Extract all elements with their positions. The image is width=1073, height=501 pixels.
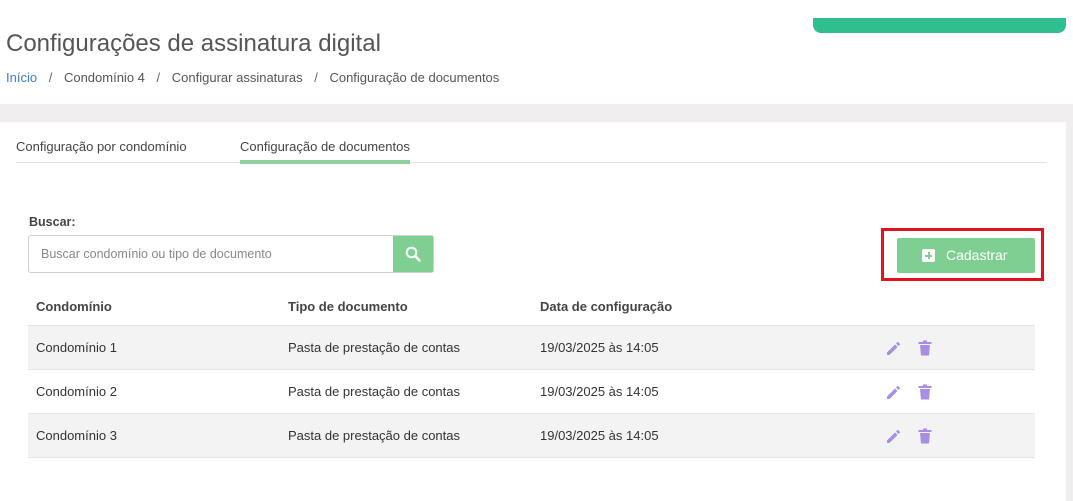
- tab-bar: Configuração por condomínio Configuração…: [16, 134, 1047, 164]
- cell-data-configuracao: 19/03/2025 às 14:05: [540, 384, 659, 399]
- column-header-tipo-documento: Tipo de documento: [288, 299, 408, 314]
- pencil-icon[interactable]: [883, 382, 903, 402]
- pencil-icon[interactable]: [883, 426, 903, 446]
- search-box: [28, 235, 434, 273]
- pencil-icon[interactable]: [883, 338, 903, 358]
- cell-data-configuracao: 19/03/2025 às 14:05: [540, 428, 659, 443]
- top-accent-bar: [813, 18, 1066, 33]
- table-header: Condomínio Tipo de documento Data de con…: [28, 288, 1035, 326]
- cell-condominio: Condomínio 3: [36, 428, 117, 443]
- breadcrumb-separator: /: [48, 70, 53, 85]
- breadcrumb-separator: /: [156, 70, 161, 85]
- trash-icon[interactable]: [915, 338, 935, 358]
- search-icon: [405, 246, 421, 262]
- page-header: Configurações de assinatura digital Iníc…: [0, 0, 1073, 104]
- cell-data-configuracao: 19/03/2025 às 14:05: [540, 340, 659, 355]
- breadcrumb-item-current: Configuração de documentos: [329, 70, 500, 85]
- search-button[interactable]: [393, 236, 433, 272]
- page-title: Configurações de assinatura digital: [6, 30, 381, 57]
- plus-square-icon: [922, 249, 935, 262]
- table-row: Condomínio 3 Pasta de prestação de conta…: [28, 414, 1035, 458]
- column-header-condominio: Condomínio: [36, 299, 112, 314]
- tab-configuracao-por-condominio[interactable]: Configuração por condomínio: [16, 139, 187, 160]
- row-actions: [883, 426, 943, 446]
- cell-tipo-documento: Pasta de prestação de contas: [288, 428, 461, 443]
- tab-configuracao-de-documentos[interactable]: Configuração de documentos: [240, 139, 410, 164]
- cadastrar-button[interactable]: Cadastrar: [897, 238, 1035, 273]
- cell-tipo-documento: Pasta de prestação de contas: [288, 384, 461, 399]
- search-label: Buscar:: [29, 215, 76, 229]
- cell-condominio: Condomínio 2: [36, 384, 117, 399]
- table-row: Condomínio 1 Pasta de prestação de conta…: [28, 326, 1035, 370]
- cell-tipo-documento: Pasta de prestação de contas: [288, 340, 461, 355]
- cadastrar-button-label: Cadastrar: [946, 247, 1008, 263]
- search-input[interactable]: [29, 236, 394, 272]
- breadcrumb-separator: /: [314, 70, 318, 85]
- breadcrumb: Início / Condomínio 4 / Configurar assin…: [6, 70, 499, 85]
- breadcrumb-home-link[interactable]: Início: [6, 70, 37, 85]
- table-row: Condomínio 2 Pasta de prestação de conta…: [28, 370, 1035, 414]
- content-card: Configuração por condomínio Configuração…: [0, 122, 1066, 501]
- trash-icon[interactable]: [915, 382, 935, 402]
- row-actions: [883, 382, 943, 402]
- breadcrumb-item-condominio[interactable]: Condomínio 4: [64, 70, 145, 85]
- column-header-data-configuracao: Data de configuração: [540, 299, 673, 314]
- trash-icon[interactable]: [915, 426, 935, 446]
- breadcrumb-item-configurar-assinaturas[interactable]: Configurar assinaturas: [172, 70, 303, 85]
- row-actions: [883, 338, 943, 358]
- cell-condominio: Condomínio 1: [36, 340, 117, 355]
